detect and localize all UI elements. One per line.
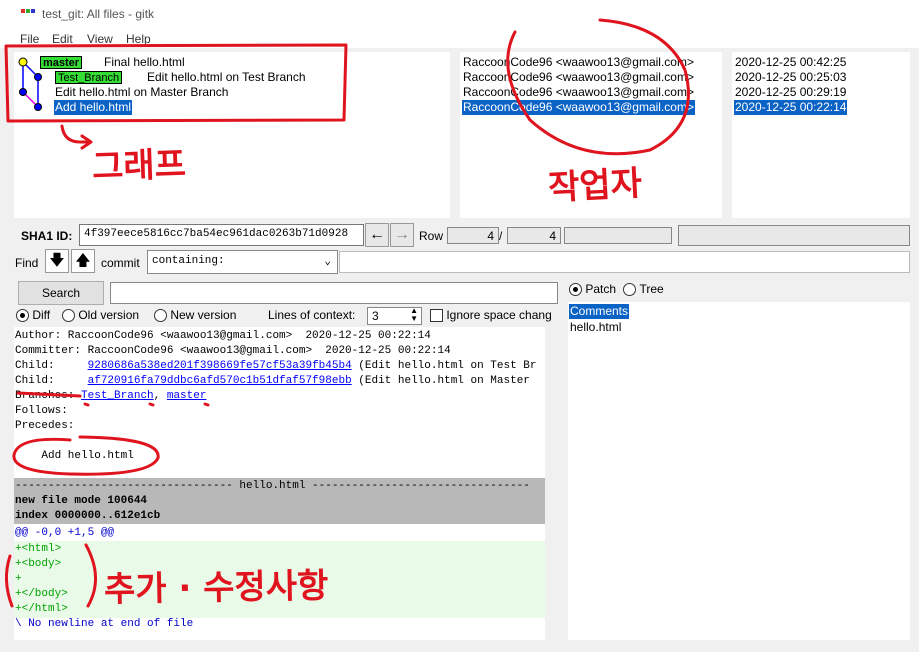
child-line: Child: 9280686a538ed201f398669fe57cf53a3… <box>15 360 537 372</box>
chevron-down-icon: ⌄ <box>324 256 331 268</box>
annotation-author-label: 작업자 <box>547 163 644 209</box>
ignore-space-checkbox[interactable]: Ignore space chang <box>430 308 552 323</box>
patch-radio[interactable]: Patch <box>569 282 616 297</box>
gitk-app-icon <box>21 9 35 19</box>
old-version-label: Old version <box>78 308 140 322</box>
commit-subject[interactable]: Final hello.html <box>104 55 185 70</box>
diff-added-line: + <box>15 573 22 585</box>
added-lines-bracket <box>5 554 14 608</box>
find-label: Find <box>15 256 39 270</box>
search-button[interactable]: Search <box>18 281 104 305</box>
branches-line: Branches: Test_Branch, master <box>15 390 207 402</box>
commit-subject[interactable]: Edit hello.html on Test Branch <box>147 70 306 85</box>
file-list-pane[interactable]: Comments hello.html <box>568 302 910 640</box>
branch-tag-test[interactable]: Test_Branch <box>55 71 123 84</box>
back-arrow-button[interactable]: ← <box>365 223 389 247</box>
find-commit-label: commit <box>101 256 140 270</box>
commit-author-selected[interactable]: RaccoonCode96 <waawoo13@gmail.com> <box>462 100 695 115</box>
spin-arrows-icon[interactable]: ▲ ▼ <box>410 307 418 323</box>
row-current: 4 <box>447 227 499 244</box>
graph-node-head <box>18 57 28 67</box>
find-input[interactable] <box>339 251 910 273</box>
commit-date-selected[interactable]: 2020-12-25 00:22:14 <box>734 100 848 115</box>
menu-file[interactable]: File <box>20 32 39 46</box>
window-title: test_git: All files - gitk <box>42 7 155 21</box>
row-total: 4 <box>507 227 561 244</box>
graph-node <box>34 103 42 111</box>
find-next-down-arrow-button[interactable]: 🡇 <box>45 249 69 273</box>
radio-icon <box>154 309 167 323</box>
find-type-value: containing: <box>152 255 225 267</box>
author-line: Author: RaccoonCode96 <waawoo13@gmail.co… <box>15 330 431 342</box>
committer-line: Committer: RaccoonCode96 <waawoo13@gmail… <box>15 345 451 357</box>
child-sha-link[interactable]: 9280686a538ed201f398669fe57cf53a39fb45b4 <box>88 360 352 372</box>
commit-date[interactable]: 2020-12-25 00:29:19 <box>735 85 846 100</box>
find-prev-up-arrow-button[interactable]: 🡅 <box>71 249 95 273</box>
diff-hunk-header: @@ -0,0 +1,5 @@ <box>15 527 115 539</box>
status-field <box>678 225 910 246</box>
branch-tag-master[interactable]: master <box>40 56 83 69</box>
commit-graph-pane[interactable]: master Final hello.html Test_Branch Edit… <box>14 52 450 218</box>
diff-added-line: +<body> <box>15 558 62 570</box>
diff-radio[interactable]: Diff <box>16 308 51 323</box>
annotation-graph-label: 그래프 <box>91 144 187 188</box>
branch-link-master[interactable]: master <box>167 390 207 402</box>
graph-node <box>34 73 42 81</box>
search-input[interactable] <box>110 282 558 304</box>
new-version-radio[interactable]: New version <box>154 308 237 323</box>
ignore-space-label: Ignore space chang <box>446 308 552 322</box>
commit-subject-selected[interactable]: Add hello.html <box>54 100 133 115</box>
old-version-radio[interactable]: Old version <box>62 308 140 323</box>
radio-icon <box>623 283 637 297</box>
follows-line: Follows: <box>15 405 68 417</box>
branch-link-test[interactable]: Test_Branch <box>81 390 154 402</box>
diff-file-mode: new file mode 100644 <box>15 495 148 507</box>
diff-file-header: --------------------------------- hello.… <box>15 480 530 492</box>
menu-help[interactable]: Help <box>126 32 151 46</box>
menu-edit[interactable]: Edit <box>52 32 73 46</box>
diff-radio-label: Diff <box>32 308 51 322</box>
context-value: 3 <box>372 309 379 323</box>
new-version-label: New version <box>170 308 237 322</box>
diff-no-newline: \ No newline at end of file <box>15 618 194 630</box>
commit-date[interactable]: 2020-12-25 00:25:03 <box>735 70 846 85</box>
radio-icon <box>62 309 75 323</box>
commit-message: Add hello.html <box>15 450 134 462</box>
row-label: Row <box>419 229 444 243</box>
commit-author[interactable]: RaccoonCode96 <waawoo13@gmail.com> <box>463 55 694 70</box>
file-list-comments[interactable]: Comments <box>569 304 630 319</box>
find-type-dropdown[interactable]: containing: ⌄ <box>147 250 338 274</box>
tree-radio[interactable]: Tree <box>623 282 664 297</box>
radio-selected-icon <box>16 309 29 323</box>
commit-author[interactable]: RaccoonCode96 <waawoo13@gmail.com> <box>463 70 694 85</box>
forward-arrow-button[interactable]: → <box>390 223 414 247</box>
diff-added-line: +</html> <box>15 603 68 615</box>
diff-added-line: +</body> <box>15 588 68 600</box>
context-spinbox[interactable]: 3 ▲ ▼ <box>367 307 422 325</box>
sha1-label: SHA1 ID: <box>21 229 73 243</box>
radio-selected-icon <box>569 283 582 297</box>
lines-of-context-label: Lines of context: <box>268 308 356 322</box>
diff-file-index: index 0000000..612e1cb <box>15 510 161 522</box>
progress-bar <box>564 227 672 244</box>
commit-date[interactable]: 2020-12-25 00:42:25 <box>735 55 846 70</box>
child-sha-link[interactable]: af720916fa79ddbc6afd570c1b51dfaf57f98ebb <box>88 375 352 387</box>
date-pane[interactable]: 2020-12-25 00:42:25 2020-12-25 00:25:03 … <box>732 52 910 218</box>
commit-author[interactable]: RaccoonCode96 <waawoo13@gmail.com> <box>463 85 694 100</box>
child-line: Child: af720916fa79ddbc6afd570c1b51dfaf5… <box>15 375 537 387</box>
annotation-changes-label: 추가 · 수정사항 <box>103 566 329 610</box>
checkbox-icon <box>430 309 443 323</box>
commit-subject[interactable]: Edit hello.html on Master Branch <box>55 85 228 100</box>
menu-view[interactable]: View <box>87 32 113 46</box>
diff-added-line: +<html> <box>15 543 62 555</box>
row-slash: / <box>499 229 503 243</box>
precedes-line: Precedes: <box>15 420 75 432</box>
graph-node <box>19 88 27 96</box>
file-list-item[interactable]: hello.html <box>570 320 621 335</box>
sha1-input[interactable]: 4f397eece5816cc7ba54ec961dac0263b71d0928 <box>79 224 364 246</box>
patch-tree-toggle: Patch Tree <box>569 282 664 297</box>
